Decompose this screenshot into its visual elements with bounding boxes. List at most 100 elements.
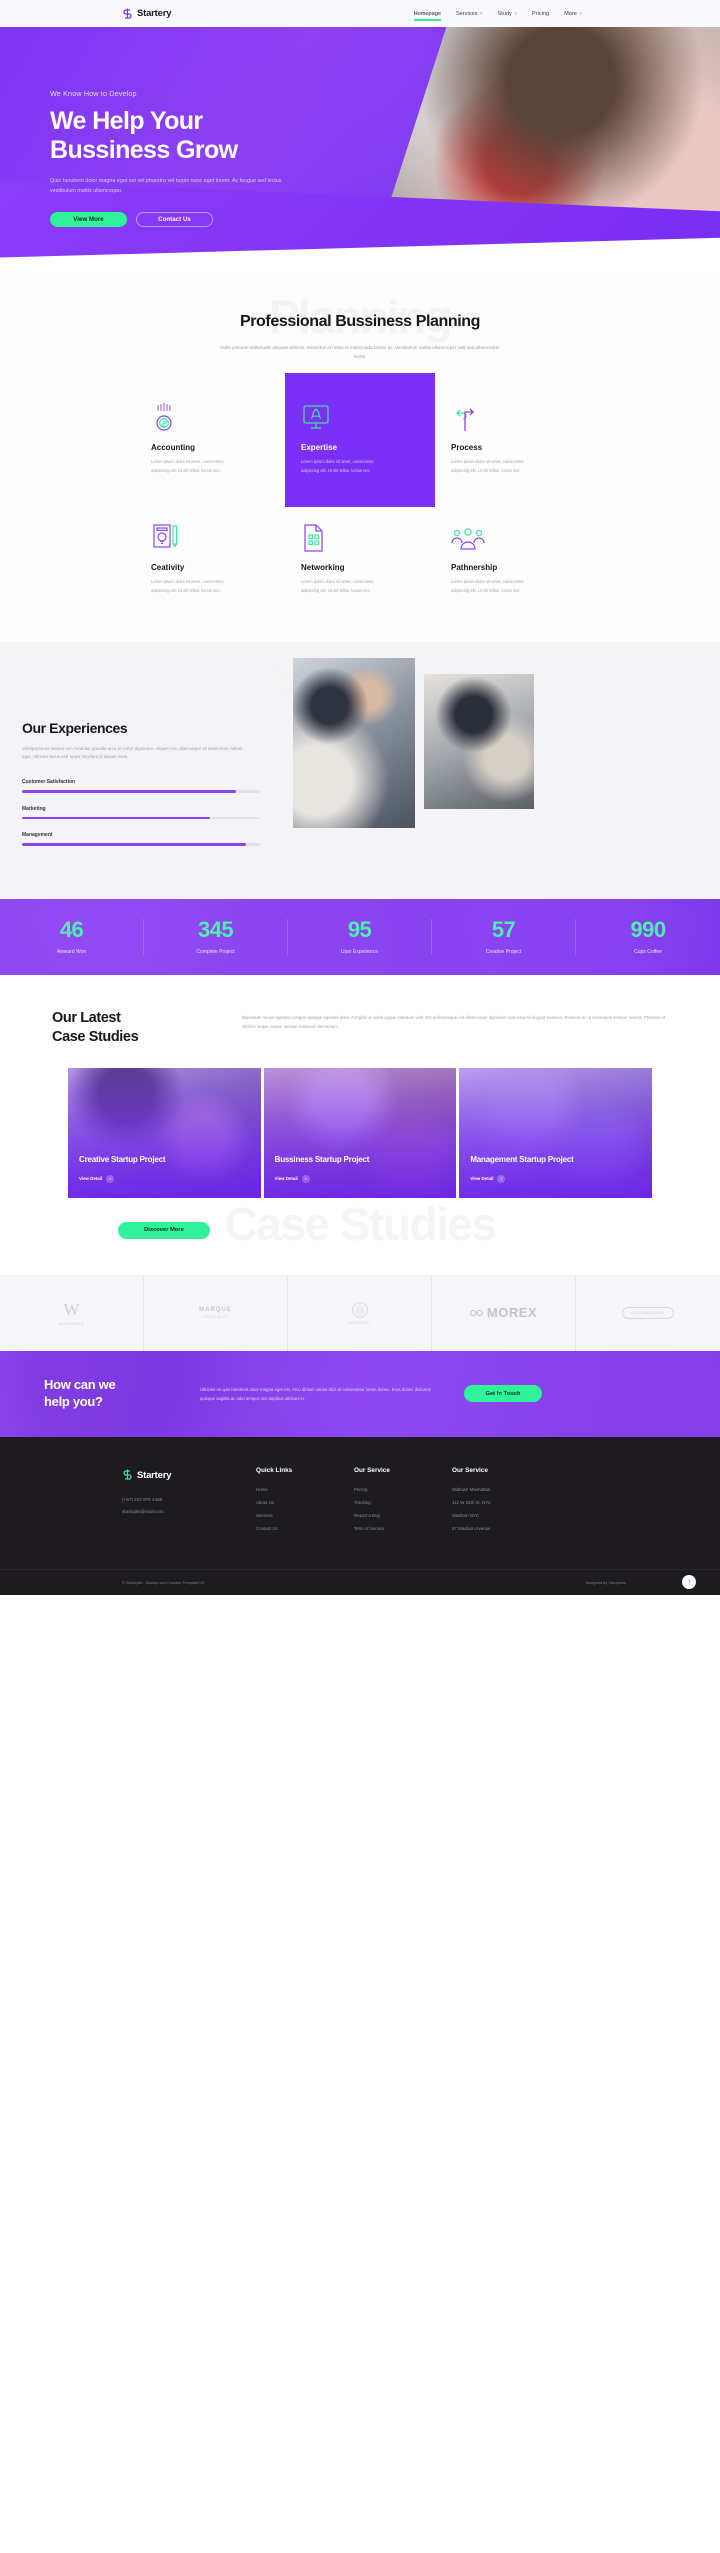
partner-logo-mark: MARQUE [199,1306,232,1313]
hero-title-line1: We Help Your [50,107,203,135]
nav-item-pricing[interactable]: Pricing [532,8,549,20]
footer-column-heading: Our Service [452,1466,488,1474]
arrow-right-icon: › [497,1174,506,1183]
feature-card-text: Lorem ipsum dolor sit amet, consectetur … [301,459,374,473]
footer-link[interactable]: Home [256,1487,320,1492]
skill-bar-label: Marketing [22,805,46,812]
stat-value: 57 [491,916,516,942]
discover-more-button[interactable]: Discover More [118,1221,210,1239]
feature-card-pathnership[interactable]: Pathnership Lorem ipsum dolor sit amet, … [435,507,585,613]
experiences-photo-desk [424,673,534,809]
stat-label: Creative Project [485,948,522,955]
skill-bars: Customer Satisfaction Marketing Manageme… [22,779,307,846]
get-in-touch-button[interactable]: Get In Touch [464,1385,542,1403]
cta-section: How can we help you? Ultricies mi quis h… [0,1350,720,1437]
lightbulb-pencil-icon [151,521,269,553]
planning-title: Professional Bussiness Planning [239,313,481,330]
brand-logo[interactable]: Startery [122,8,172,19]
feature-card-title: Accounting [151,443,195,453]
feature-card-title: Expertise [301,443,338,453]
feature-card-accounting[interactable]: Accounting Lorem ipsum dolor sit amet, c… [135,387,285,507]
case-studies-title-line2: Case Studies [52,1028,139,1045]
footer-address-line: Madison NYC [452,1512,480,1518]
experiences-grid: Our Experiences Volutpat lacus laoreet n… [0,657,720,859]
footer-brand[interactable]: Startery [122,1467,222,1485]
feature-card-title: Pathnership [451,563,498,573]
view-detail-link[interactable]: View Detail › [275,1174,310,1183]
partner-logo-carousel: CAROUSEL [288,1274,432,1351]
partner-logo-morex: MOREX [432,1274,576,1351]
s-logo-icon [122,8,133,19]
hero-title-line2: Bussiness Grow [50,136,238,164]
case-card-title: Management Startup Project [470,1155,574,1165]
partner-logo-wisconsin: W WISCONSIN [0,1274,144,1351]
partner-logos-row: W WISCONSIN MARQUE POULCOUST CAROUSEL MO… [0,1274,720,1351]
footer-email: startupkit@mail.com [122,1508,164,1514]
nav-item-label: Pricing [532,10,550,17]
footer-link[interactable]: Contact Us [256,1526,320,1531]
page-root: Startery Homepage Services ˅ Study ˅ Pri… [0,0,720,1595]
coin-dollar-icon [151,401,269,433]
footer-column-heading: Quick Links [256,1466,293,1474]
planning-subtitle: Nulla posuere sollicitudin aliquam ultri… [220,344,500,359]
feature-card-networking[interactable]: Networking Lorem ipsum dolor sit amet, c… [285,507,435,613]
feature-card-expertise[interactable]: Expertise Lorem ipsum dolor sit amet, co… [285,373,435,508]
case-card-title: Creative Startup Project [79,1155,166,1165]
footer-copyright: © Startupkit - Startup and Creative Temp… [122,1579,204,1585]
stat-label: Awward Won [56,948,87,955]
footer-phone: (+67) 222 879 4468 [122,1496,163,1502]
nav-item-label: Study [497,10,512,17]
skill-bar-customer-satisfaction: Customer Satisfaction [22,779,307,793]
nav-links: Homepage Services ˅ Study ˅ Pricing More… [413,8,582,21]
feature-card-process[interactable]: Process Lorem ipsum dolor sit amet, cons… [435,387,585,507]
case-studies-title-line1: Our Latest [52,1009,121,1026]
progress-track [22,790,260,793]
case-studies-description: Bibendum neque egestas congue quisque eg… [242,1014,666,1030]
stat-user-experience: 95 User Experience [288,918,432,955]
stats-row: 46 Awward Won 345 Complete Project 95 Us… [0,899,720,975]
case-card-creative-startup[interactable]: Creative Startup Project View Detail › [68,1068,261,1199]
feature-card-text: Lorem ipsum dolor sit amet, consectetur … [451,459,524,473]
footer-column-our-service: Our Service Pricing Tracking Report a Bu… [354,1467,418,1539]
stat-value: 990 [630,916,667,942]
footer-columns: Startery (+67) 222 879 4468 startupkit@m… [0,1467,720,1539]
footer-credit: Designed by Tokopress [585,1579,626,1585]
cta-title-line1: How can we [44,1376,116,1392]
feature-card-title: Process [451,443,483,453]
experiences-photo-team [293,657,415,828]
brand-name: Startery [137,8,172,19]
nav-item-study[interactable]: Study ˅ [498,8,517,20]
nav-item-homepage[interactable]: Homepage [413,8,442,21]
view-detail-link[interactable]: View Detail › [470,1174,506,1183]
hero-description: Quis hendrerit dolor magna eget est vel … [50,178,282,194]
morex-glasses-icon [470,1309,483,1316]
partner-logo-caption: POULCOUST [202,1314,229,1319]
case-studies-title: Our Latest Case Studies [52,1009,202,1046]
case-card-title: Bussiness Startup Project [274,1155,370,1165]
footer-link[interactable]: Pricing [354,1487,418,1492]
carousel-circle-icon [351,1301,368,1318]
top-navbar: Startery Homepage Services ˅ Study ˅ Pri… [0,0,720,27]
arrow-up-icon[interactable]: ↑ [682,1575,696,1590]
case-card-management-startup[interactable]: Management Startup Project View Detail › [459,1068,653,1199]
nav-item-services[interactable]: Services ˅ [456,8,483,20]
feature-card-ceativity[interactable]: Ceativity Lorem ipsum dolor sit amet, co… [135,507,285,613]
feature-card-text: Lorem ipsum dolor sit amet, consectetur … [151,459,224,473]
footer-link[interactable]: Report a Bug [354,1513,418,1518]
case-card-bussiness-startup[interactable]: Bussiness Startup Project View Detail › [263,1068,457,1199]
nav-item-label: Services [455,10,478,17]
footer-link[interactable]: Term of Service [354,1526,418,1531]
case-card-body: Creative Startup Project View Detail › [79,1155,250,1185]
stats-section: 46 Awward Won 345 Complete Project 95 Us… [0,898,720,975]
case-studies-grid: Creative Startup Project View Detail › B… [0,1068,720,1199]
nav-item-more[interactable]: More ˅ [564,8,582,20]
partner-logo-caption: WISCONSIN [59,1321,84,1326]
footer-link[interactable]: About Us [256,1500,320,1505]
view-more-button[interactable]: View More [50,212,127,227]
arrows-split-icon [451,401,569,433]
footer-link[interactable]: Tracking [354,1500,418,1505]
footer-link[interactable]: Services [256,1513,320,1518]
view-detail-link[interactable]: View Detail › [79,1174,115,1183]
partner-logo-circumstance: CIRCUMSTANCE [576,1275,720,1351]
contact-us-button[interactable]: Contact Us [136,212,213,227]
